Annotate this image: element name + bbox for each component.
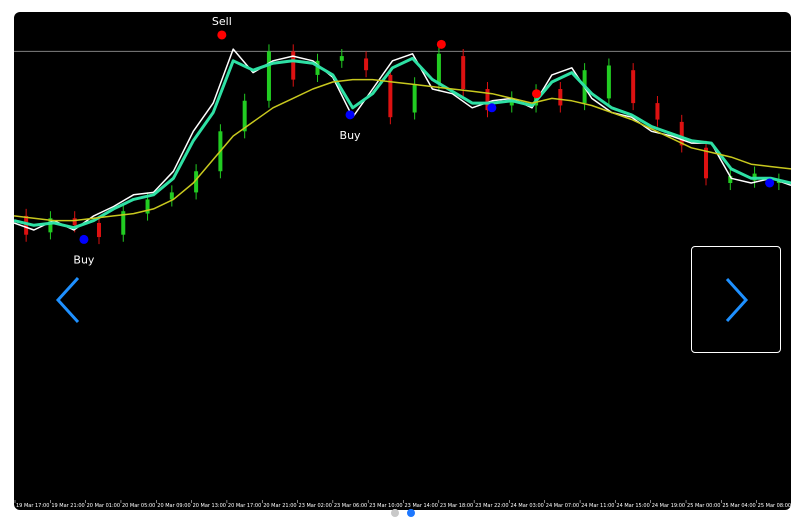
chevron-left-icon [55, 276, 80, 324]
next-slide-button[interactable] [691, 246, 781, 353]
candle-body [436, 53, 441, 85]
candle-body [631, 70, 636, 104]
candle-body [266, 51, 271, 101]
signal-marker [765, 178, 775, 188]
signal-label: Buy [340, 129, 362, 142]
chevron-right-icon [725, 277, 749, 323]
candle-body [96, 222, 101, 238]
candle-body [412, 84, 417, 113]
candle-body [704, 147, 709, 179]
candle-body [339, 56, 344, 61]
signal-marker [487, 103, 497, 113]
signal-marker [532, 89, 542, 99]
candle-body [145, 199, 150, 214]
signal-label: Sell [212, 15, 232, 28]
candle-body [606, 65, 611, 99]
signal-marker [345, 110, 355, 120]
price-chart: BuySellBuy19 Mar 17:00 19 Mar 21:00 20 Mar… [14, 15, 791, 509]
candle-body [558, 89, 563, 106]
carousel-dots [0, 509, 806, 521]
signal-label: Buy [73, 253, 95, 266]
previous-slide-button[interactable] [48, 270, 92, 330]
candle-body [364, 58, 369, 71]
candle-body [655, 103, 660, 120]
chart-area: Buy Sell Buy 19 Mar 17:00 19 Mar 21:00 20 Mar… [14, 12, 791, 510]
signal-marker [217, 30, 227, 40]
carousel-dot-1[interactable] [391, 509, 399, 517]
carousel-dot-2[interactable] [407, 509, 415, 517]
signal-marker [436, 39, 446, 49]
candle-body [169, 192, 174, 200]
candle-body [72, 218, 77, 226]
signal-marker [79, 234, 89, 244]
candle-body [461, 56, 466, 89]
